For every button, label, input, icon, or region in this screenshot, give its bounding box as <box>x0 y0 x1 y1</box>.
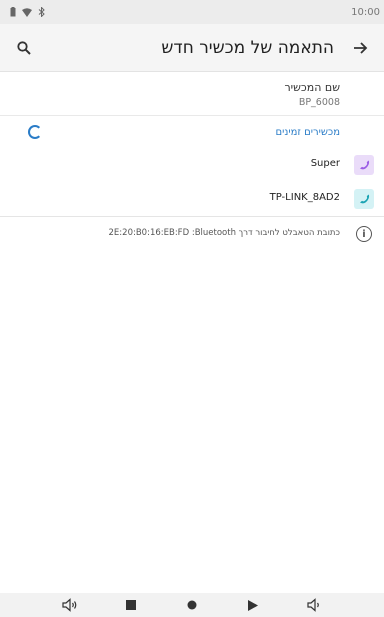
device-name-label: שם המכשיר <box>284 81 340 94</box>
app-bar: התאמה של מכשיר חדש <box>0 24 384 72</box>
phone-icon <box>360 194 370 204</box>
navigation-bar <box>0 593 384 617</box>
divider <box>0 216 384 217</box>
device-item-super[interactable]: Super <box>0 148 384 182</box>
volume-up-button[interactable] <box>304 595 324 615</box>
bluetooth-icon <box>38 7 45 17</box>
status-time: 10:00 <box>351 6 380 18</box>
bluetooth-address-info: i כתובת הטאבלט לחיבור דרך Bluetooth:‏ 2E… <box>0 222 384 246</box>
volume-down-button[interactable] <box>60 595 80 615</box>
arrow-back-icon <box>354 41 368 54</box>
phone-icon <box>360 160 370 170</box>
battery-icon <box>10 7 16 17</box>
status-bar: 10:00 <box>0 0 384 24</box>
device-name: TP-LINK_8AD2 <box>269 192 340 203</box>
stop-icon <box>126 600 137 610</box>
back-button[interactable] <box>340 24 380 72</box>
device-icon-box <box>354 189 374 209</box>
info-icon: i <box>356 226 372 242</box>
scanning-spinner-icon <box>28 125 42 139</box>
device-item-tp-link[interactable]: TP-LINK_8AD2 <box>0 182 384 216</box>
bluetooth-address-text: כתובת הטאבלט לחיבור דרך Bluetooth:‏ 2E:2… <box>108 228 340 238</box>
device-name-setting[interactable]: שם המכשיר BP_6008 <box>0 72 384 116</box>
volume-down-icon <box>62 598 77 612</box>
recents-button[interactable] <box>121 595 141 615</box>
available-devices-label: מכשירים זמינים <box>275 126 340 138</box>
play-icon <box>247 599 258 611</box>
wifi-icon <box>22 7 32 17</box>
available-devices-header: מכשירים זמינים <box>0 116 384 148</box>
page-title: התאמה של מכשיר חדש <box>161 37 334 58</box>
device-icon-box <box>354 155 374 175</box>
home-icon <box>187 600 197 610</box>
device-name-value: BP_6008 <box>298 97 340 108</box>
search-button[interactable] <box>4 24 44 72</box>
device-name: Super <box>310 158 340 169</box>
home-button[interactable] <box>182 595 202 615</box>
status-icons <box>10 7 45 17</box>
back-nav-button[interactable] <box>243 595 263 615</box>
volume-up-icon <box>306 598 319 612</box>
search-icon <box>17 40 31 55</box>
